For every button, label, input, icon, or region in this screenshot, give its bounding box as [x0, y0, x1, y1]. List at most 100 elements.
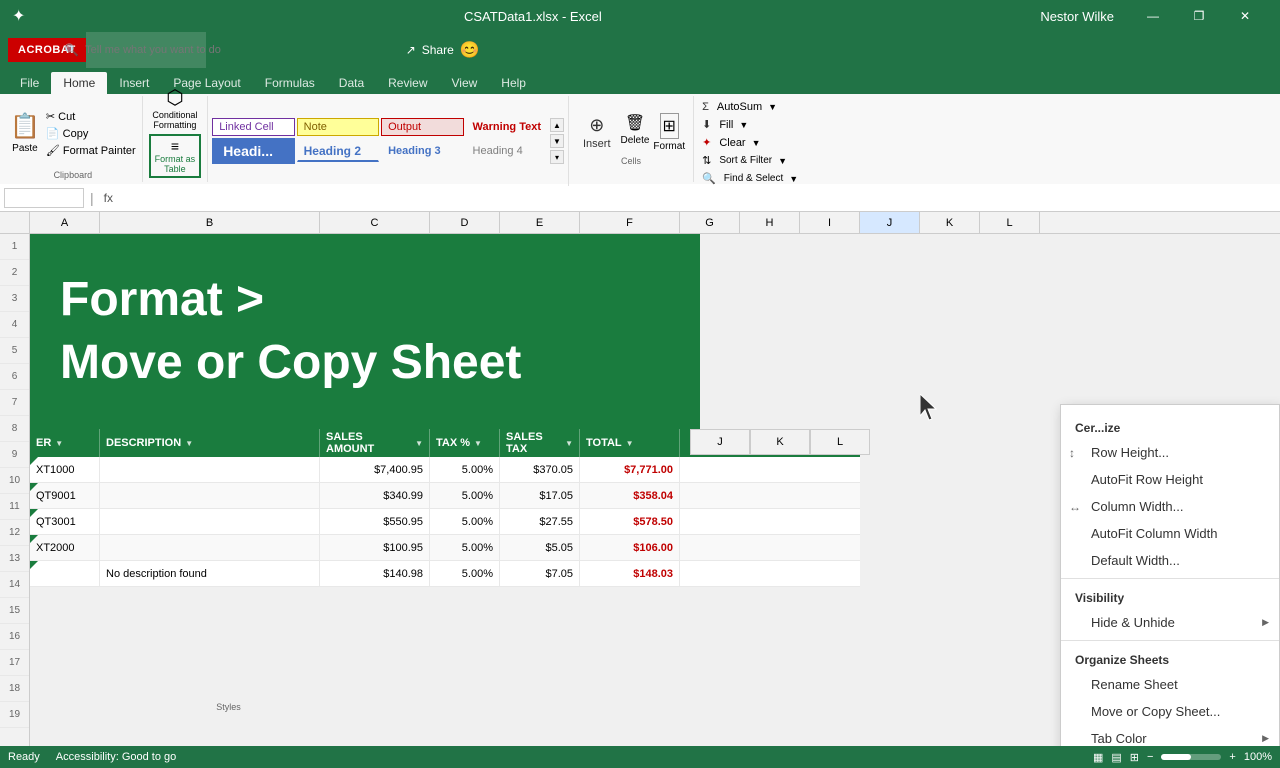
row-num-10[interactable]: 10 [0, 468, 29, 494]
td-total-4[interactable]: $106.00 [580, 535, 680, 560]
row-num-13[interactable]: 13 [0, 546, 29, 572]
find-select-button[interactable]: 🔍 Find & Select ▼ [700, 171, 808, 186]
td-er-5[interactable] [30, 561, 100, 586]
td-total-2[interactable]: $358.04 [580, 483, 680, 508]
row-num-5[interactable]: 5 [0, 338, 29, 364]
sales-filter-arrow[interactable]: ▼ [415, 439, 423, 448]
row-num-1[interactable]: 1 [0, 234, 29, 260]
col-header-f[interactable]: F [580, 212, 680, 233]
style-note[interactable]: Note [297, 118, 379, 136]
cut-button[interactable]: ✂ Cut [46, 110, 136, 123]
name-box[interactable] [4, 188, 84, 208]
move-copy-sheet-item[interactable]: Move or Copy Sheet... [1061, 698, 1279, 725]
col-l-area[interactable]: L [810, 429, 870, 455]
col-j-area[interactable]: J [690, 429, 750, 455]
share-button[interactable]: Share [422, 43, 454, 57]
col-header-i[interactable]: I [800, 212, 860, 233]
style-heading4[interactable]: Heading 4 [466, 142, 548, 160]
col-header-k[interactable]: K [920, 212, 980, 233]
col-header-a[interactable]: A [30, 212, 100, 233]
col-k-area[interactable]: K [750, 429, 810, 455]
autofit-col-width-item[interactable]: AutoFit Column Width [1061, 520, 1279, 547]
row-height-item[interactable]: ↕ Row Height... [1061, 439, 1279, 466]
tab-view[interactable]: View [440, 72, 490, 94]
td-tax-pct-2[interactable]: 5.00% [430, 483, 500, 508]
tab-color-item[interactable]: Tab Color [1061, 725, 1279, 746]
td-tax-pct-3[interactable]: 5.00% [430, 509, 500, 534]
th-desc[interactable]: DESCRIPTION ▼ [100, 429, 320, 457]
format-icon[interactable]: ⊞ [660, 113, 679, 139]
autosum-button[interactable]: Σ AutoSum ▼ [700, 100, 808, 114]
td-total-1[interactable]: $7,771.00 [580, 457, 680, 482]
copy-button[interactable]: 📄 Copy [46, 127, 136, 140]
row-num-8[interactable]: 8 [0, 416, 29, 442]
sort-filter-button[interactable]: ⇅ Sort & Filter ▼ [700, 153, 808, 168]
th-total[interactable]: TOTAL ▼ [580, 429, 680, 457]
row-num-11[interactable]: 11 [0, 494, 29, 520]
row-num-14[interactable]: 14 [0, 572, 29, 598]
row-num-9[interactable]: 9 [0, 442, 29, 468]
td-sales-tax-3[interactable]: $27.55 [500, 509, 580, 534]
th-sales-tax[interactable]: SALES TAX ▼ [500, 429, 580, 457]
view-pagebreak[interactable]: ⊞ [1130, 751, 1139, 764]
desc-filter-arrow[interactable]: ▼ [185, 439, 193, 448]
tab-help[interactable]: Help [489, 72, 538, 94]
zoom-slider[interactable] [1161, 754, 1221, 760]
style-heading3[interactable]: Heading 3 [381, 142, 463, 160]
tab-formulas[interactable]: Formulas [253, 72, 327, 94]
col-header-j[interactable]: J [860, 212, 920, 233]
zoom-in[interactable]: + [1229, 751, 1235, 763]
tab-home[interactable]: Home [51, 72, 107, 94]
format-as-table-button[interactable]: ≡ Format as Table [149, 134, 202, 178]
td-sales-tax-2[interactable]: $17.05 [500, 483, 580, 508]
row-num-18[interactable]: 18 [0, 676, 29, 702]
hide-unhide-item[interactable]: Hide & Unhide [1061, 609, 1279, 636]
col-header-g[interactable]: G [680, 212, 740, 233]
styles-scroll-up[interactable]: ▲ [550, 118, 564, 132]
col-header-e[interactable]: E [500, 212, 580, 233]
style-heading2[interactable]: Heading 2 [297, 141, 379, 162]
share-icon[interactable]: ↗ [406, 43, 416, 57]
row-num-17[interactable]: 17 [0, 650, 29, 676]
minimize-button[interactable]: — [1130, 0, 1176, 32]
td-tax-pct-5[interactable]: 5.00% [430, 561, 500, 586]
td-desc-1[interactable] [100, 457, 320, 482]
tab-review[interactable]: Review [376, 72, 439, 94]
paste-button[interactable]: 📋 [10, 112, 40, 141]
styles-scroll-down[interactable]: ▼ [550, 134, 564, 148]
td-er-4[interactable]: XT2000 [30, 535, 100, 560]
row-num-2[interactable]: 2 [0, 260, 29, 286]
default-width-item[interactable]: Default Width... [1061, 547, 1279, 574]
td-er-1[interactable]: XT1000 [30, 457, 100, 482]
view-normal[interactable]: ▦ [1093, 751, 1103, 764]
sales-tax-filter-arrow[interactable]: ▼ [565, 439, 573, 448]
td-sales-tax-4[interactable]: $5.05 [500, 535, 580, 560]
th-tax-pct[interactable]: TAX % ▼ [430, 429, 500, 457]
td-er-2[interactable]: QT9001 [30, 483, 100, 508]
zoom-out[interactable]: − [1147, 751, 1153, 763]
row-num-7[interactable]: 7 [0, 390, 29, 416]
td-desc-4[interactable] [100, 535, 320, 560]
restore-button[interactable]: ❐ [1176, 0, 1222, 32]
col-header-h[interactable]: H [740, 212, 800, 233]
close-button[interactable]: ✕ [1222, 0, 1268, 32]
style-warning-text[interactable]: Warning Text [466, 118, 548, 136]
col-header-b[interactable]: B [100, 212, 320, 233]
td-total-5[interactable]: $148.03 [580, 561, 680, 586]
col-header-d[interactable]: D [430, 212, 500, 233]
tax-filter-arrow[interactable]: ▼ [474, 439, 482, 448]
td-tax-pct-4[interactable]: 5.00% [430, 535, 500, 560]
autofit-row-height-item[interactable]: AutoFit Row Height [1061, 466, 1279, 493]
row-num-12[interactable]: 12 [0, 520, 29, 546]
td-sales-tax-1[interactable]: $370.05 [500, 457, 580, 482]
insert-button[interactable]: ⊕ Insert [577, 113, 617, 152]
formula-input[interactable] [121, 189, 1276, 207]
er-filter-arrow[interactable]: ▼ [55, 439, 63, 448]
row-num-15[interactable]: 15 [0, 598, 29, 624]
td-desc-5[interactable]: No description found [100, 561, 320, 586]
row-num-19[interactable]: 19 [0, 702, 29, 728]
row-num-4[interactable]: 4 [0, 312, 29, 338]
view-layout[interactable]: ▤ [1111, 751, 1121, 764]
conditional-formatting-button[interactable]: ⬡ Conditional Formatting [152, 85, 197, 130]
tab-file[interactable]: File [8, 72, 51, 94]
